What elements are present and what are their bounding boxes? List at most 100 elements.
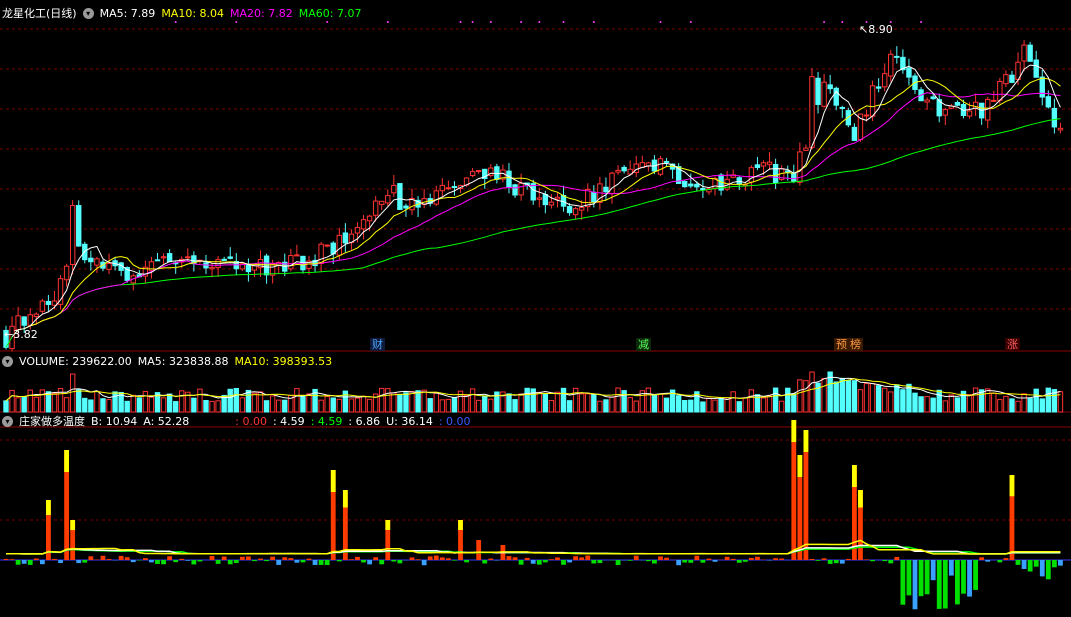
candle-body	[166, 253, 173, 263]
indicator-bar	[433, 555, 439, 560]
candle-body	[512, 184, 518, 196]
indicator-bar	[21, 560, 27, 564]
indicator-bar	[512, 557, 518, 560]
collapse-icon[interactable]: ▾	[2, 415, 13, 427]
indicator-bar	[773, 558, 779, 560]
event-marker-yu[interactable]: 预	[834, 338, 849, 351]
indicator-bar	[445, 558, 451, 560]
volume-bar	[451, 396, 458, 413]
candle-body	[954, 101, 961, 106]
candle-body	[397, 183, 403, 210]
candle-body	[372, 200, 379, 216]
indicator-bar	[839, 560, 845, 564]
indicator-bar	[476, 540, 482, 560]
indicator-bar	[676, 560, 682, 566]
volume-bar	[233, 387, 239, 413]
indicator-bar	[239, 556, 245, 560]
indicator-bar-cap	[458, 520, 463, 530]
indicator-bar	[700, 560, 706, 563]
chart-canvas[interactable]	[0, 0, 1071, 617]
candle-body	[591, 191, 597, 203]
volume-bar	[839, 377, 845, 413]
indicator-bar	[464, 560, 469, 563]
indicator-bar	[906, 560, 912, 596]
indicator-v4: : 6.86	[348, 414, 381, 428]
indicator-bar	[870, 560, 875, 562]
candle-body	[1039, 76, 1045, 98]
event-marker-cai[interactable]: 财	[370, 338, 385, 351]
candle-body	[585, 188, 591, 208]
indicator-title: 庄家做多温度	[19, 415, 85, 428]
candle-body	[294, 254, 300, 257]
candle-body	[379, 200, 385, 205]
indicator-bar	[355, 556, 360, 560]
volume-bar	[791, 393, 797, 413]
volume-bar	[269, 395, 276, 413]
candle-body	[318, 243, 324, 265]
volume-legend: VOLUME: 239622.00	[19, 354, 132, 368]
indicator-bar	[258, 558, 263, 560]
event-marker-jian[interactable]: 减	[636, 338, 651, 351]
volume-bar	[33, 396, 39, 413]
event-marker-bang[interactable]: 榜	[848, 338, 863, 351]
indicator-bar	[1045, 560, 1051, 580]
candle-body	[821, 81, 827, 107]
indicator-bar	[452, 560, 457, 561]
volume-bar	[160, 397, 167, 413]
candle-body	[815, 77, 821, 105]
volume-bar	[566, 400, 573, 413]
vol-ma10-legend: MA10: 398393.53	[234, 354, 333, 368]
volume-bar	[427, 398, 433, 413]
event-marker-zhang[interactable]: 涨	[1005, 338, 1020, 351]
indicator-bar	[173, 560, 179, 563]
ma20-legend: MA20: 7.82	[230, 6, 293, 20]
ma60-legend: MA60: 7.07	[298, 6, 362, 20]
indicator-bar	[809, 558, 815, 560]
volume-bar	[191, 397, 197, 413]
indicator-bar	[379, 560, 385, 565]
volume-bar	[100, 398, 106, 413]
indicator-bar	[506, 556, 512, 560]
indicator-bar	[191, 560, 197, 565]
indicator-bar	[827, 560, 833, 564]
volume-bar	[857, 389, 864, 413]
volume-bar	[845, 380, 852, 413]
collapse-icon[interactable]: ▾	[2, 355, 13, 367]
candle-body	[694, 183, 700, 188]
indicator-bar	[864, 559, 869, 560]
volume-bar	[9, 389, 15, 413]
indicator-bar	[615, 560, 621, 565]
volume-bar	[797, 379, 803, 413]
volume-bar	[282, 399, 288, 413]
signal-dot	[592, 21, 595, 23]
indicator-bar	[742, 560, 748, 562]
volume-bar	[875, 385, 882, 413]
volume-bar	[397, 393, 403, 413]
chart-window: 龙星化工(日线) ▾ MA5: 7.89 MA10: 8.04 MA20: 7.…	[0, 0, 1071, 617]
candle-body	[621, 166, 627, 172]
candle-body	[439, 184, 446, 192]
indicator-bar	[373, 557, 379, 560]
volume-bar	[554, 391, 561, 413]
indicator-bar-cap	[797, 455, 803, 477]
candle-body	[894, 55, 900, 58]
volume-bar	[985, 388, 991, 413]
collapse-icon[interactable]: ▾	[82, 7, 94, 19]
candle-body	[63, 265, 70, 281]
candle-body	[76, 205, 82, 247]
volume-bar	[548, 400, 555, 413]
indicator-bar	[694, 555, 700, 560]
candle-body	[106, 262, 112, 270]
volume-bar	[276, 399, 282, 413]
volume-bar	[69, 373, 76, 413]
indicator-bar	[9, 559, 15, 560]
indicator-bar	[409, 557, 415, 560]
volume-bar	[869, 383, 876, 413]
volume-bar	[197, 388, 203, 413]
indicator-bar	[706, 558, 712, 560]
indicator-bar	[1033, 560, 1039, 567]
indicator-bar-cap	[46, 500, 51, 515]
candle-body	[888, 53, 894, 77]
volume-bar	[736, 401, 742, 413]
volume-bar	[179, 390, 185, 413]
